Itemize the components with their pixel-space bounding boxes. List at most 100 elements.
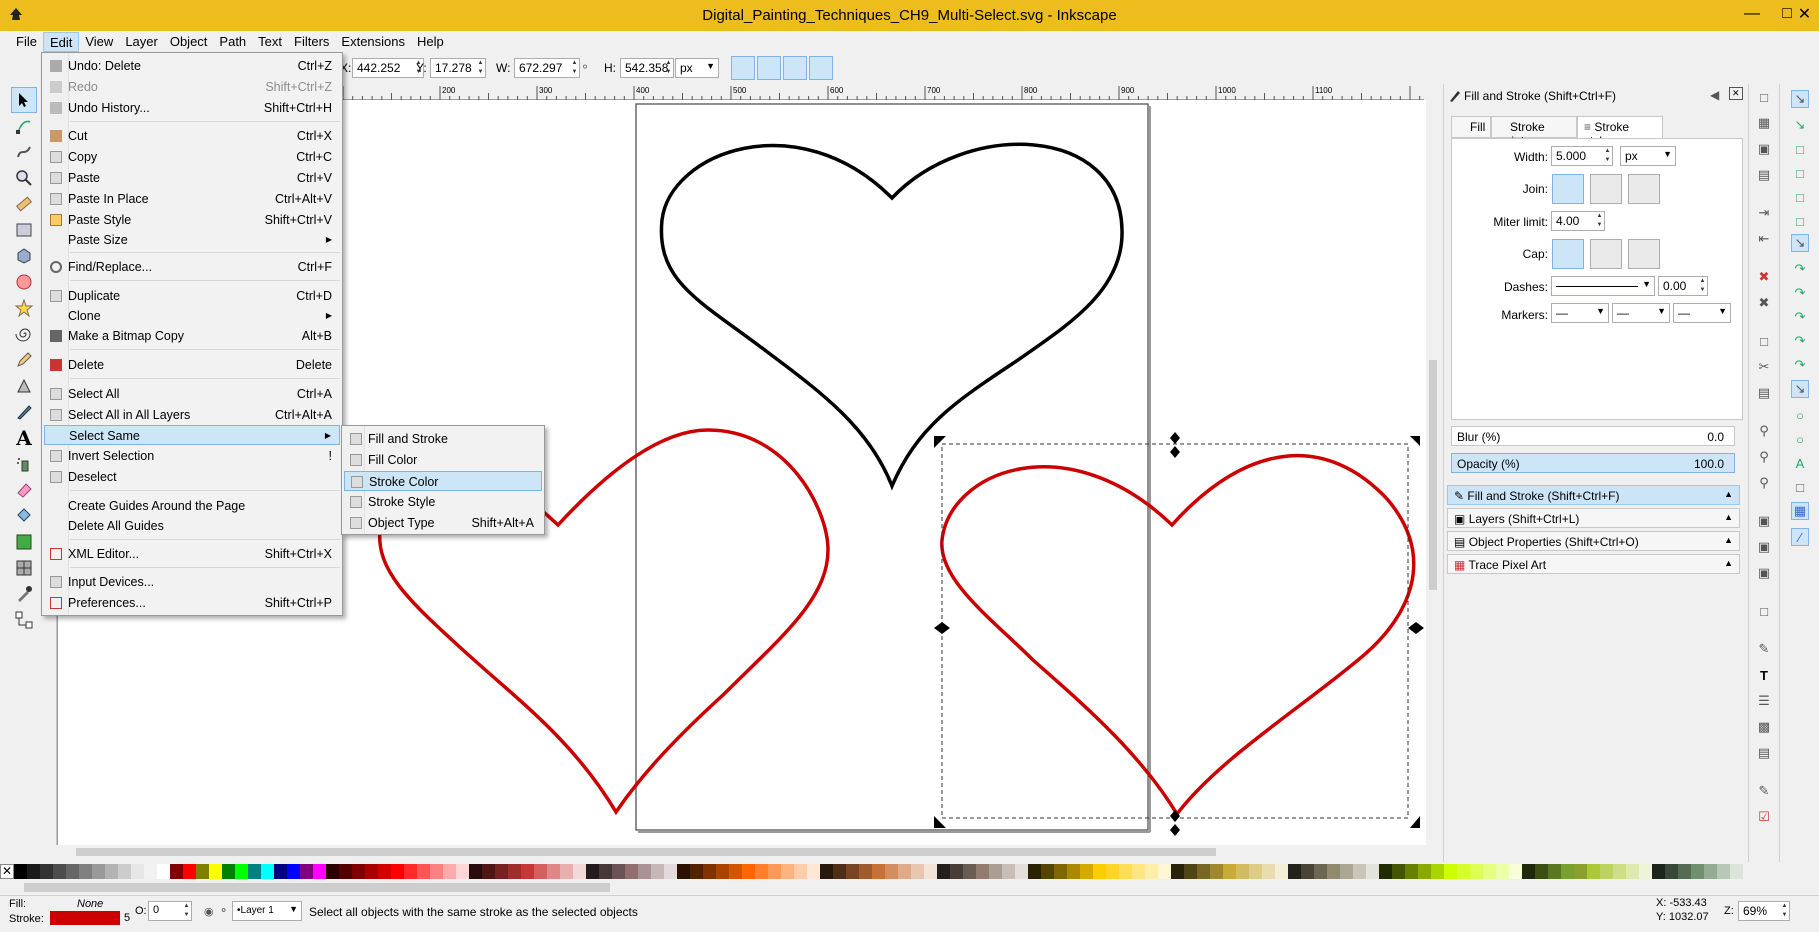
- color-swatch[interactable]: [274, 864, 287, 879]
- undo-icon[interactable]: ✖: [1755, 268, 1773, 286]
- menu-delete[interactable]: Delete Delete: [44, 355, 340, 375]
- menu-same-stroke-color[interactable]: Stroke Color: [344, 471, 542, 491]
- color-swatch[interactable]: [157, 864, 170, 879]
- color-swatch[interactable]: [521, 864, 534, 879]
- color-swatch[interactable]: [1431, 864, 1444, 879]
- menu-input-devices[interactable]: Input Devices...: [44, 572, 340, 592]
- end-marker-select[interactable]: — ▼: [1673, 303, 1731, 323]
- copy-icon[interactable]: □: [1755, 332, 1773, 350]
- color-swatch[interactable]: [950, 864, 963, 879]
- color-swatch[interactable]: [1067, 864, 1080, 879]
- color-swatch[interactable]: [690, 864, 703, 879]
- color-swatch[interactable]: [963, 864, 976, 879]
- snap-guide-icon[interactable]: ∕: [1791, 528, 1809, 546]
- new-document-icon[interactable]: □: [1755, 88, 1773, 106]
- menu-layer[interactable]: Layer: [119, 32, 164, 52]
- open-document-icon[interactable]: ▦: [1755, 114, 1773, 132]
- color-swatch[interactable]: [924, 864, 937, 879]
- color-swatch[interactable]: [417, 864, 430, 879]
- color-swatch[interactable]: [1613, 864, 1626, 879]
- move-gradients-toggle-icon[interactable]: [783, 56, 807, 80]
- menu-paste[interactable]: Paste Ctrl+V: [44, 168, 340, 188]
- color-swatch[interactable]: [1496, 864, 1509, 879]
- snap-bbox-midpoint-icon[interactable]: □: [1791, 188, 1809, 206]
- layer-lock-icon[interactable]: ⚬: [219, 904, 228, 917]
- square-cap-icon[interactable]: [1628, 239, 1660, 269]
- menu-bitmap-copy[interactable]: Make a Bitmap Copy Alt+B: [44, 326, 340, 346]
- color-swatch[interactable]: [768, 864, 781, 879]
- menu-preferences[interactable]: Preferences... Shift+Ctrl+P: [44, 593, 340, 613]
- color-swatch[interactable]: [1405, 864, 1418, 879]
- color-swatch[interactable]: [183, 864, 196, 879]
- stroke-width-value[interactable]: 5: [124, 912, 130, 924]
- color-swatch[interactable]: [820, 864, 833, 879]
- color-swatch[interactable]: [1301, 864, 1314, 879]
- snap-object-center-icon[interactable]: ○: [1791, 406, 1809, 424]
- pencil-tool-icon[interactable]: [11, 347, 37, 373]
- snap-enable-icon[interactable]: ↘: [1791, 90, 1809, 108]
- round-cap-icon[interactable]: [1590, 239, 1622, 269]
- color-swatch[interactable]: [833, 864, 846, 879]
- color-swatch[interactable]: [1366, 864, 1379, 879]
- color-swatch[interactable]: [846, 864, 859, 879]
- snap-midpoint-icon[interactable]: ↷: [1791, 356, 1809, 374]
- snap-smooth-icon[interactable]: ↷: [1791, 332, 1809, 350]
- color-swatch[interactable]: [612, 864, 625, 879]
- tab-stroke-paint[interactable]: Stroke paint: [1491, 116, 1577, 148]
- color-swatch[interactable]: [807, 864, 820, 879]
- scrollbar-thumb[interactable]: [76, 848, 1216, 856]
- color-swatch[interactable]: [1080, 864, 1093, 879]
- menu-select-all-layers[interactable]: Select All in All Layers Ctrl+Alt+A: [44, 405, 340, 425]
- menu-extensions[interactable]: Extensions: [335, 32, 411, 52]
- dock-close-icon[interactable]: ✕: [1729, 87, 1743, 100]
- tab-stroke-style[interactable]: ≡ Stroke style: [1577, 116, 1663, 148]
- color-swatch[interactable]: [92, 864, 105, 879]
- menu-copy[interactable]: Copy Ctrl+C: [44, 147, 340, 167]
- color-swatch[interactable]: [339, 864, 352, 879]
- connector-tool-icon[interactable]: [11, 607, 37, 633]
- node-tool-icon[interactable]: [11, 113, 37, 139]
- document-properties-icon[interactable]: ✎: [1755, 782, 1773, 800]
- zoom-drawing-icon[interactable]: ⚲: [1755, 448, 1773, 466]
- x-input[interactable]: 442.252 ▲ ▼: [352, 58, 424, 78]
- snap-nodes-icon[interactable]: ↘: [1791, 234, 1809, 252]
- color-swatch[interactable]: [14, 864, 27, 879]
- unit-select[interactable]: px ▼: [675, 58, 719, 78]
- color-swatch[interactable]: [1444, 864, 1457, 879]
- color-swatch[interactable]: [1236, 864, 1249, 879]
- color-swatch[interactable]: [378, 864, 391, 879]
- color-swatch[interactable]: [313, 864, 326, 879]
- color-swatch[interactable]: [1418, 864, 1431, 879]
- bevel-join-icon[interactable]: [1628, 174, 1660, 204]
- color-swatch[interactable]: [1015, 864, 1028, 879]
- color-swatch[interactable]: [1678, 864, 1691, 879]
- snap-bbox-center-icon[interactable]: □: [1791, 212, 1809, 230]
- color-swatch[interactable]: [937, 864, 950, 879]
- color-swatch[interactable]: [261, 864, 274, 879]
- color-swatch[interactable]: [677, 864, 690, 879]
- color-swatch[interactable]: [781, 864, 794, 879]
- color-swatch[interactable]: [625, 864, 638, 879]
- color-swatch[interactable]: [144, 864, 157, 879]
- menu-view[interactable]: View: [79, 32, 119, 52]
- color-swatch[interactable]: [534, 864, 547, 879]
- menu-path[interactable]: Path: [213, 32, 252, 52]
- menu-duplicate[interactable]: Duplicate Ctrl+D: [44, 286, 340, 306]
- color-swatch[interactable]: [560, 864, 573, 879]
- zoom-input[interactable]: 69% ▲ ▼: [1738, 901, 1790, 921]
- tweak-tool-icon[interactable]: [11, 139, 37, 165]
- star-tool-icon[interactable]: [11, 295, 37, 321]
- snap-rotation-center-icon[interactable]: ○: [1791, 430, 1809, 448]
- menu-file[interactable]: File: [10, 32, 43, 52]
- width-unit-select[interactable]: px ▼: [1620, 146, 1676, 166]
- zoom-tool-icon[interactable]: [11, 165, 37, 191]
- color-swatch[interactable]: [1457, 864, 1470, 879]
- panel-fill-stroke[interactable]: ✎ Fill and Stroke (Shift+Ctrl+F) ▲: [1447, 485, 1740, 505]
- spin-arrows-icon[interactable]: ▲ ▼: [476, 59, 485, 77]
- h-input[interactable]: 542.358 ▲ ▼: [620, 58, 674, 78]
- ellipse-tool-icon[interactable]: [11, 269, 37, 295]
- color-swatch[interactable]: [911, 864, 924, 879]
- menu-create-guides[interactable]: Create Guides Around the Page: [44, 496, 340, 516]
- color-swatch[interactable]: [1054, 864, 1067, 879]
- paste-icon[interactable]: ▤: [1755, 384, 1773, 402]
